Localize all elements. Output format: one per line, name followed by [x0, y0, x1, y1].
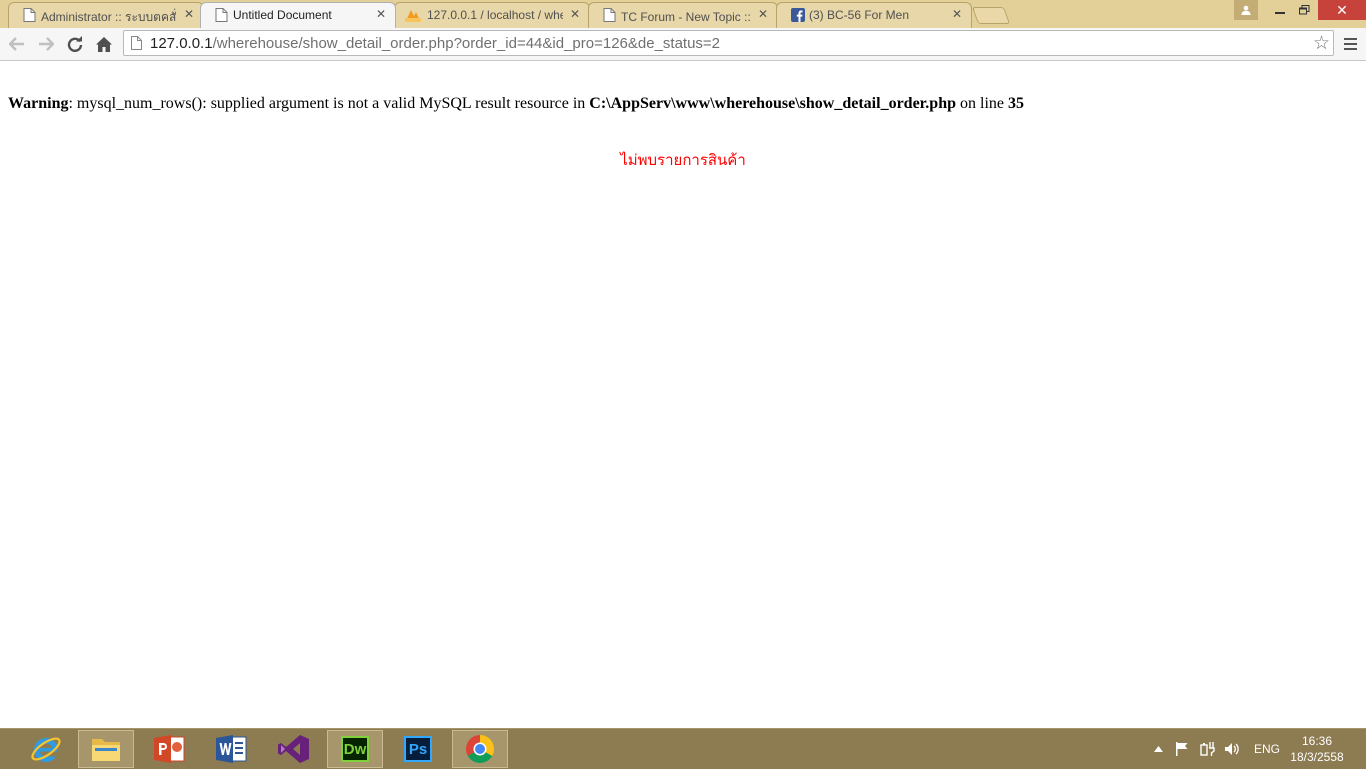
tab-close-icon[interactable]: ✕ — [184, 7, 194, 21]
dreamweaver-icon[interactable]: Dw — [327, 730, 383, 768]
tab-strip: Administrator :: ระบบตคสั่งสิน ✕ Untitle… — [0, 0, 1366, 28]
back-button[interactable] — [5, 32, 29, 56]
restore-button[interactable] — [1291, 0, 1318, 20]
windows-taskbar: Dw Ps ENG 16:36 18/3/2558 — [0, 728, 1366, 769]
dreamweaver-label: Dw — [341, 736, 369, 762]
url-path: /wherehouse/show_detail_order.php?order_… — [212, 35, 721, 52]
visual-studio-icon[interactable] — [266, 730, 322, 768]
powerpoint-icon[interactable] — [142, 730, 198, 768]
warning-file: C:\AppServ\www\wherehouse\show_detail_or… — [589, 95, 956, 112]
reload-button[interactable] — [63, 32, 87, 56]
chrome-icon[interactable] — [452, 730, 508, 768]
tab-untitled-document[interactable]: Untitled Document ✕ — [200, 2, 396, 28]
tab-close-icon[interactable]: ✕ — [570, 7, 580, 21]
close-window-button[interactable]: ✕ — [1318, 0, 1366, 20]
home-icon — [96, 36, 112, 52]
action-center-flag-icon[interactable] — [1175, 729, 1189, 769]
url-host: 127.0.0.1 — [150, 35, 213, 52]
home-button[interactable] — [92, 32, 116, 56]
php-warning: Warning: mysql_num_rows(): supplied argu… — [8, 95, 1024, 113]
power-battery-icon[interactable] — [1200, 729, 1216, 769]
tab-title: (3) BC-56 For Men — [809, 8, 910, 22]
tab-close-icon[interactable]: ✕ — [758, 7, 768, 21]
forward-button[interactable] — [34, 32, 58, 56]
clock-time: 16:36 — [1301, 734, 1333, 748]
clock-date: 18/3/2558 — [1290, 750, 1344, 764]
tab-tc-forum[interactable]: TC Forum - New Topic :: ส ✕ — [588, 2, 778, 28]
new-tab-button[interactable] — [971, 7, 1011, 24]
warning-message: : mysql_num_rows(): supplied argument is… — [68, 95, 590, 112]
browser-toolbar: 127.0.0.1/wherehouse/show_detail_order.p… — [0, 28, 1366, 61]
warning-on-line: on line — [956, 95, 1008, 112]
warning-line-number: 35 — [1008, 95, 1024, 112]
system-clock[interactable]: 16:36 18/3/2558 — [1283, 733, 1351, 765]
tab-administrator[interactable]: Administrator :: ระบบตคสั่งสิน ✕ — [8, 2, 204, 28]
warning-label: Warning — [8, 95, 69, 112]
chrome-menu-button[interactable] — [1341, 32, 1361, 56]
chevron-up-icon — [1154, 746, 1163, 752]
input-language-indicator[interactable]: ENG — [1254, 729, 1280, 769]
phpmyadmin-icon — [405, 10, 421, 22]
word-icon[interactable] — [204, 730, 260, 768]
volume-icon[interactable] — [1224, 729, 1240, 769]
tab-title: Untitled Document — [233, 8, 332, 22]
no-products-message: ไม่พบรายการสินค้า — [620, 151, 746, 169]
show-hidden-icons-button[interactable] — [1154, 729, 1163, 769]
photoshop-icon[interactable]: Ps — [390, 730, 446, 768]
tab-facebook[interactable]: (3) BC-56 For Men ✕ — [776, 2, 972, 28]
address-url: 127.0.0.1/wherehouse/show_detail_order.p… — [150, 35, 720, 52]
minimize-button[interactable] — [1266, 0, 1293, 20]
forward-arrow-icon — [39, 37, 54, 51]
page-icon — [23, 8, 36, 22]
page-icon — [215, 8, 228, 22]
page-content: Warning: mysql_num_rows(): supplied argu… — [0, 61, 1366, 727]
tab-title: 127.0.0.1 / localhost / whe — [427, 8, 563, 22]
internet-explorer-icon[interactable] — [18, 730, 74, 768]
tab-phpmyadmin[interactable]: 127.0.0.1 / localhost / whe ✕ — [394, 2, 590, 28]
bookmark-star-icon[interactable]: ☆ — [1313, 32, 1330, 55]
address-bar[interactable]: 127.0.0.1/wherehouse/show_detail_order.p… — [123, 30, 1334, 56]
photoshop-label: Ps — [404, 736, 432, 762]
page-icon — [131, 36, 142, 50]
reload-icon — [67, 36, 83, 52]
tab-title: Administrator :: ระบบตคสั่งสิน — [41, 10, 177, 24]
profile-icon[interactable] — [1234, 0, 1258, 20]
back-arrow-icon — [9, 37, 24, 51]
page-icon — [603, 8, 616, 22]
tab-title: TC Forum - New Topic :: ส — [621, 10, 751, 24]
file-explorer-icon[interactable] — [78, 730, 134, 768]
facebook-icon — [791, 8, 805, 22]
tab-close-icon[interactable]: ✕ — [952, 7, 962, 21]
tab-close-icon[interactable]: ✕ — [376, 7, 386, 21]
